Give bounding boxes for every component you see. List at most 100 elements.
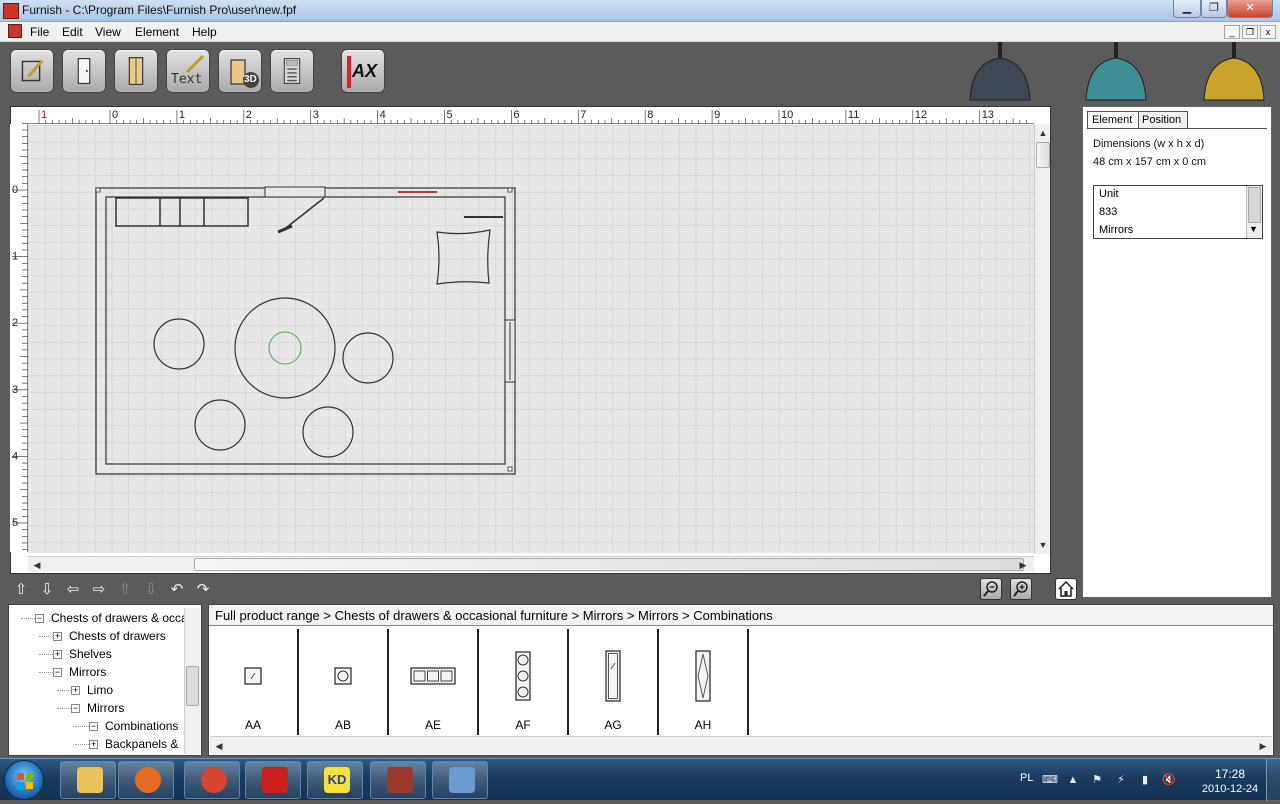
arrow-right-icon[interactable]: ⇨ xyxy=(90,581,108,599)
language-indicator[interactable]: PL xyxy=(1020,772,1033,784)
home-view-button[interactable] xyxy=(1055,578,1077,600)
door-opening[interactable] xyxy=(264,186,326,198)
mdi-restore-button[interactable]: ❐ xyxy=(1242,25,1258,39)
scroll-down-arrow[interactable]: ▼ xyxy=(1036,538,1050,552)
armchair[interactable] xyxy=(436,229,491,285)
unit-scroll-thumb[interactable] xyxy=(1248,187,1261,223)
chair[interactable] xyxy=(302,406,354,458)
product-tile[interactable]: AH xyxy=(659,629,749,735)
menu-view[interactable]: View xyxy=(95,25,121,39)
product-tile[interactable]: AE xyxy=(389,629,479,735)
tree-expander[interactable]: + xyxy=(71,686,80,695)
furnish-app-icon[interactable] xyxy=(3,3,19,19)
text-tool-button[interactable]: Text xyxy=(166,49,210,93)
product-tile[interactable]: AA xyxy=(209,629,299,735)
door-tool-button[interactable] xyxy=(62,49,106,93)
menu-file[interactable]: File xyxy=(30,25,49,39)
cabinet-unit[interactable] xyxy=(115,197,249,227)
menu-element[interactable]: Element xyxy=(135,25,179,39)
catalog-scroll-left-arrow[interactable]: ◀ xyxy=(212,739,226,753)
corner-handle[interactable] xyxy=(95,187,101,193)
tree-expander[interactable]: + xyxy=(89,740,98,749)
volume-muted-icon[interactable]: 🔇 xyxy=(1162,773,1176,787)
taskbar-furnish-app[interactable] xyxy=(370,761,426,799)
unit-list-item[interactable]: Mirrors xyxy=(1099,224,1133,236)
clock-time[interactable]: 17:28 xyxy=(1200,767,1260,781)
show-desktop-button[interactable] xyxy=(1266,759,1280,801)
zoom-in-button[interactable] xyxy=(1010,578,1032,600)
product-tile[interactable]: AF xyxy=(479,629,569,735)
keyboard-icon[interactable]: ⌨ xyxy=(1042,773,1058,787)
tree-node-label[interactable]: Limo xyxy=(87,683,113,697)
ax-logo-button[interactable]: AX xyxy=(341,49,385,93)
taskbar-control-panel[interactable] xyxy=(432,761,488,799)
taskbar-kd-app[interactable]: KD xyxy=(307,761,363,799)
chair[interactable] xyxy=(194,399,246,451)
network-icon[interactable]: ▮ xyxy=(1138,773,1152,787)
unit-list-scrollbar[interactable]: ▼ xyxy=(1246,186,1262,238)
tree-expander[interactable]: − xyxy=(71,704,80,713)
taskbar-explorer[interactable] xyxy=(60,761,116,799)
menu-edit[interactable]: Edit xyxy=(62,25,83,39)
minimize-button[interactable]: ▁ xyxy=(1173,0,1201,18)
show-hidden-icons-chevron[interactable]: ▲ xyxy=(1066,773,1080,787)
arrow-left-icon[interactable]: ⇦ xyxy=(64,581,82,599)
taskbar-splash-app[interactable] xyxy=(245,761,301,799)
taskbar-chrome[interactable] xyxy=(184,761,240,799)
taskbar-media-player[interactable] xyxy=(118,761,174,799)
canvas-horizontal-scrollbar[interactable]: ◀ ▶ xyxy=(28,556,1034,572)
rotate-right-icon[interactable]: ↷ xyxy=(194,581,212,599)
tree-node-label[interactable]: Combinations xyxy=(105,719,178,733)
scroll-up-arrow[interactable]: ▲ xyxy=(1036,126,1050,140)
tab-position[interactable]: Position xyxy=(1137,111,1189,128)
product-tile[interactable]: AG xyxy=(569,629,659,735)
tree-scroll-thumb[interactable] xyxy=(186,666,199,706)
breadcrumb[interactable]: Full product range > Chests of drawers &… xyxy=(209,605,1273,626)
rotate-left-icon[interactable]: ↶ xyxy=(168,581,186,599)
tree-scrollbar[interactable] xyxy=(184,608,200,754)
unit-list-item[interactable]: Unit xyxy=(1099,188,1119,200)
room-inner-wall[interactable] xyxy=(105,196,506,465)
calculator-button[interactable] xyxy=(270,49,314,93)
tab-element[interactable]: Element xyxy=(1087,111,1140,128)
tree-expander[interactable]: − xyxy=(53,668,62,677)
window-tool-button[interactable] xyxy=(114,49,158,93)
tree-node-label[interactable]: Chests of drawers & occa xyxy=(51,611,188,625)
catalog-horizontal-scrollbar[interactable]: ◀ ▶ xyxy=(210,736,1272,754)
mdi-minimize-button[interactable]: _ xyxy=(1224,25,1240,39)
product-tree[interactable]: − Chests of drawers & occa + Chests of draw… xyxy=(8,604,202,756)
corner-handle[interactable] xyxy=(507,466,513,472)
mdi-close-button[interactable]: x xyxy=(1260,25,1276,39)
canvas-vertical-scrollbar[interactable]: ▲ ▼ xyxy=(1034,124,1050,554)
tree-node-label[interactable]: Chests of drawers xyxy=(69,629,166,643)
draw-wall-button[interactable] xyxy=(10,49,54,93)
maximize-button[interactable]: ❐ xyxy=(1201,0,1227,18)
tree-node-label[interactable]: Backpanels & xyxy=(105,737,178,751)
tree-expander[interactable]: − xyxy=(35,614,44,623)
start-button[interactable] xyxy=(4,760,44,800)
tree-expander[interactable]: + xyxy=(53,632,62,641)
rotate-up-left-icon[interactable]: ⇧ xyxy=(12,581,30,599)
tree-expander[interactable]: − xyxy=(89,722,98,731)
scroll-right-arrow[interactable]: ▶ xyxy=(1016,558,1030,572)
horizontal-scroll-thumb[interactable] xyxy=(194,558,1024,571)
room-outer-wall[interactable] xyxy=(95,187,516,475)
unit-listbox[interactable]: Unit 833 Mirrors ▼ xyxy=(1093,185,1263,239)
action-center-flag-icon[interactable]: ⚑ xyxy=(1090,773,1104,787)
chair[interactable] xyxy=(342,332,394,384)
chair[interactable] xyxy=(153,318,205,370)
document-icon[interactable] xyxy=(8,24,22,38)
corner-handle[interactable] xyxy=(507,187,513,193)
clock-date[interactable]: 2010-12-24 xyxy=(1192,783,1268,795)
floor-plan-drawing[interactable] xyxy=(28,125,1034,553)
rotate-down-icon[interactable]: ⇩ xyxy=(38,581,56,599)
close-button[interactable]: ✕ xyxy=(1227,0,1273,18)
product-tile[interactable]: AB xyxy=(299,629,389,735)
menu-help[interactable]: Help xyxy=(192,25,217,39)
unit-list-item[interactable]: 833 xyxy=(1099,206,1117,218)
tree-node-label[interactable]: Shelves xyxy=(69,647,112,661)
round-table[interactable] xyxy=(234,297,336,399)
3d-view-button[interactable]: 3D xyxy=(218,49,262,93)
tree-node-label[interactable]: Mirrors xyxy=(87,701,124,715)
vertical-scroll-thumb[interactable] xyxy=(1036,142,1050,168)
